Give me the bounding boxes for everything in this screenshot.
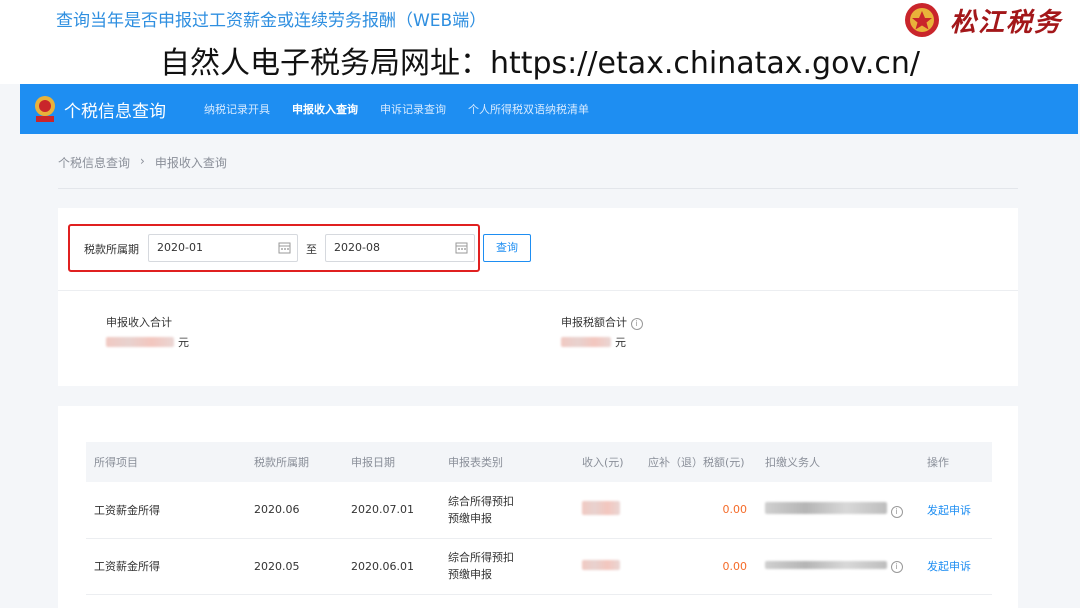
tax-emblem-icon [35, 96, 55, 122]
brand-logo: 松江税务 [902, 0, 1062, 40]
cell-date: 2020.07.01 [351, 503, 414, 517]
start-date-input[interactable]: 2020-01 [148, 234, 298, 262]
redacted-value [582, 559, 620, 570]
income-unit: 元 [178, 336, 189, 349]
brand-text: 松江税务 [949, 7, 1062, 38]
end-date-value: 2020-08 [334, 241, 380, 254]
cell-income [574, 538, 640, 594]
cell-period: 2020.06 [254, 503, 300, 517]
info-icon[interactable]: i [890, 561, 903, 573]
slide-title: 查询当年是否申报过工资薪金或连续劳务报酬（WEB端） [56, 11, 487, 31]
cell-tax: 0.00 [722, 559, 748, 573]
nav-income-query[interactable]: 申报收入查询 [292, 101, 358, 117]
redacted-value [765, 501, 887, 514]
slide: 查询当年是否申报过工资薪金或连续劳务报酬（WEB端） 松江税务 自然人电子税务局… [0, 0, 1080, 608]
cell-tax: 0.00 [722, 503, 748, 517]
cell-category: 综合所得预扣 预缴申报 [440, 482, 574, 538]
end-date-input[interactable]: 2020-08 [325, 234, 475, 262]
redacted-value [106, 337, 174, 347]
redacted-value [765, 561, 887, 569]
nav-appeal-record[interactable]: 申诉记录查询 [380, 101, 446, 117]
breadcrumb-root[interactable]: 个税信息查询 [58, 154, 130, 171]
redacted-value [561, 337, 611, 347]
cell-withholder: i [757, 482, 919, 538]
calendar-icon [455, 242, 468, 254]
calendar-icon [278, 242, 291, 254]
col-header: 税款所属期 [254, 456, 309, 469]
tax-total-label-text: 申报税额合计 [561, 316, 627, 329]
tax-total-label: 申报税额合计 i [561, 314, 643, 330]
income-total-value: 元 [106, 334, 189, 350]
col-header: 申报日期 [351, 456, 395, 469]
info-icon[interactable]: i [890, 505, 903, 518]
tax-unit: 元 [615, 336, 626, 349]
cell-item: 工资薪金所得 [94, 560, 160, 573]
results-table: 所得项目 税款所属期 申报日期 申报表类别 收入(元) 应补（退）税额(元) 扣… [86, 442, 992, 595]
breadcrumb: 个税信息查询 › 申报收入查询 [58, 154, 227, 171]
tax-emblem-icon [904, 3, 939, 37]
top-navbar: 个税信息查询 纳税记录开具 申报收入查询 申诉记录查询 个人所得税双语纳税清单 [20, 84, 1078, 134]
col-header: 应补（退）税额(元) [648, 456, 745, 469]
to-label: 至 [306, 243, 317, 256]
category-line-2: 预缴申报 [448, 511, 492, 525]
query-card: 税款所属期 2020-01 至 2020-08 查询 申报收入合计 元 申报税额… [58, 208, 1018, 386]
category-line-2: 预缴申报 [448, 568, 492, 581]
redacted-value [582, 501, 620, 516]
cell-income [574, 482, 640, 538]
cell-item: 工资薪金所得 [94, 503, 160, 517]
col-header: 扣缴义务人 [765, 456, 820, 469]
results-card: 所得项目 税款所属期 申报日期 申报表类别 收入(元) 应补（退）税额(元) 扣… [58, 406, 1018, 608]
category-line-1: 综合所得预扣 [448, 494, 514, 508]
tax-total-value: 元 [561, 334, 626, 350]
nav-tax-record[interactable]: 纳税记录开具 [204, 101, 270, 117]
nav-bilingual-list[interactable]: 个人所得税双语纳税清单 [468, 101, 589, 117]
breadcrumb-separator: › [140, 154, 145, 168]
col-header: 收入(元) [582, 456, 624, 469]
period-label: 税款所属期 [84, 243, 139, 256]
web-screenshot: 个税信息查询 纳税记录开具 申报收入查询 申诉记录查询 个人所得税双语纳税清单 … [0, 84, 1080, 608]
appeal-link[interactable]: 发起申诉 [919, 538, 992, 594]
col-header: 操作 [927, 456, 949, 469]
cell-date: 2020.06.01 [351, 559, 414, 573]
divider [58, 188, 1018, 189]
info-icon[interactable]: i [630, 318, 643, 330]
cell-period: 2020.05 [254, 559, 300, 573]
table-row: 工资薪金所得 2020.05 2020.06.01 综合所得预扣 预缴申报 0.0… [86, 538, 992, 594]
cell-withholder: i [757, 538, 919, 594]
income-total-label: 申报收入合计 [106, 316, 172, 329]
divider [58, 290, 1018, 291]
url-line: 自然人电子税务局网址：https://etax.chinatax.gov.cn/ [159, 46, 921, 81]
col-header: 所得项目 [94, 456, 138, 469]
app-title: 个税信息查询 [64, 101, 166, 122]
start-date-value: 2020-01 [157, 241, 203, 254]
table-header-row: 所得项目 税款所属期 申报日期 申报表类别 收入(元) 应补（退）税额(元) 扣… [86, 442, 992, 482]
table-row: 工资薪金所得 2020.06 2020.07.01 综合所得预扣 预缴申报 0.0… [86, 482, 992, 538]
breadcrumb-current: 申报收入查询 [154, 156, 227, 170]
category-line-1: 综合所得预扣 [448, 551, 514, 564]
appeal-link[interactable]: 发起申诉 [919, 482, 992, 538]
cell-category: 综合所得预扣 预缴申报 [440, 538, 574, 594]
query-button[interactable]: 查询 [483, 234, 531, 262]
col-header: 申报表类别 [448, 456, 503, 469]
